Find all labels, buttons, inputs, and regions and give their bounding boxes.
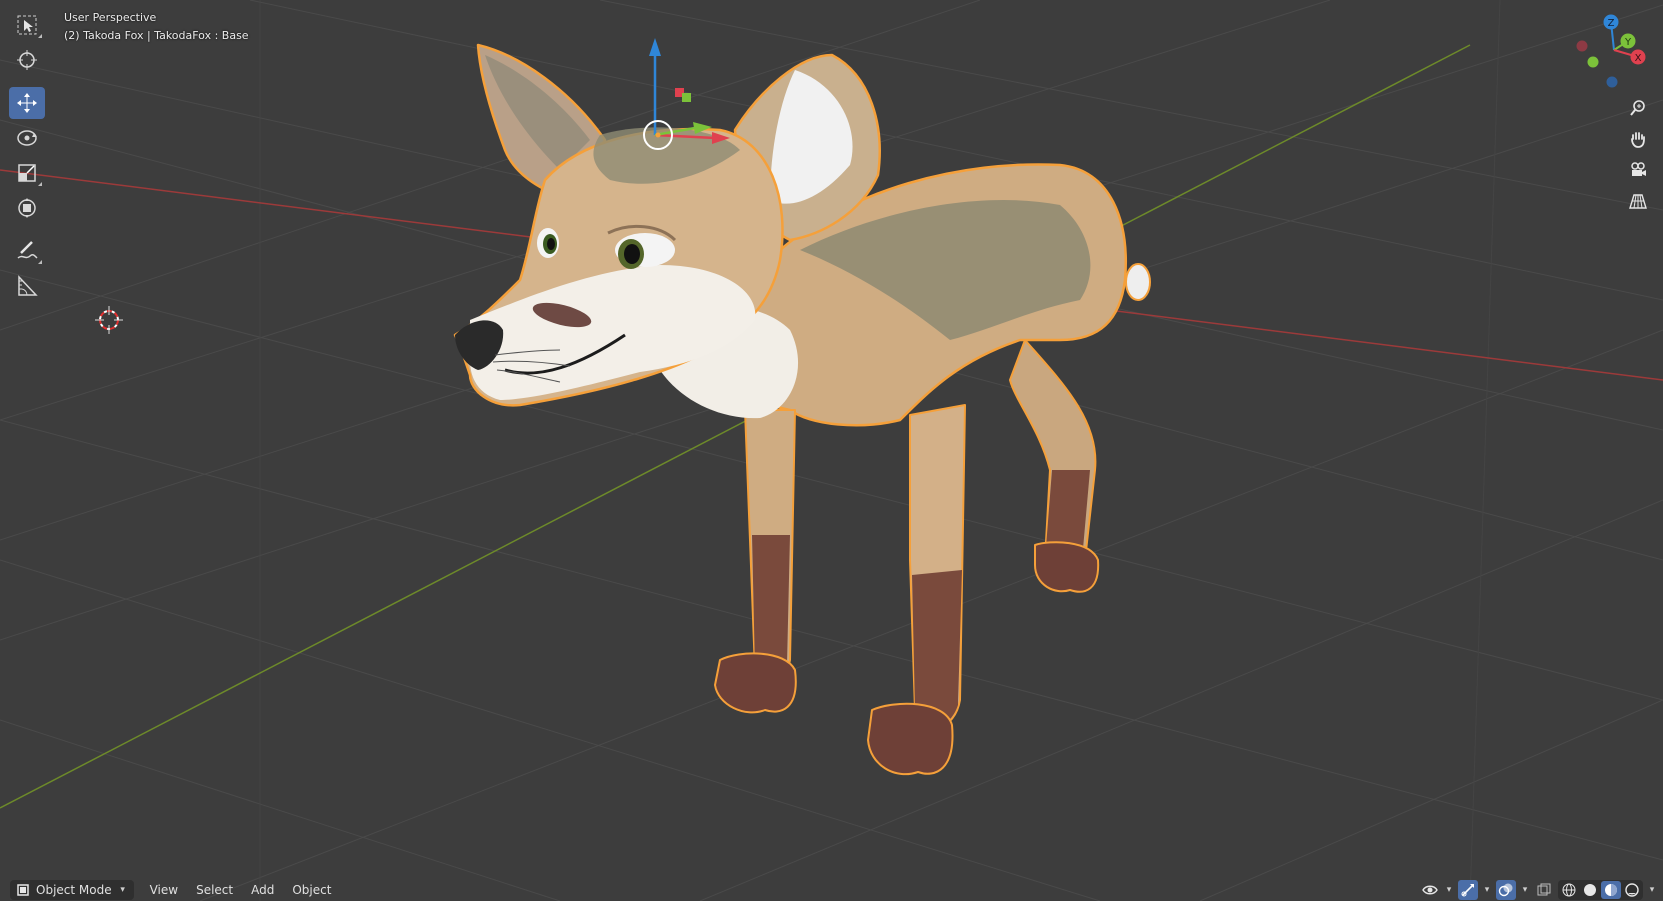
- transform-icon: [18, 198, 36, 218]
- zoom-button[interactable]: [1623, 94, 1653, 122]
- menu-view[interactable]: View: [148, 883, 180, 897]
- solid-shading-button[interactable]: [1580, 881, 1600, 899]
- wireframe-sphere-icon: [1562, 883, 1576, 897]
- cursor-tool[interactable]: [9, 44, 45, 76]
- tool-shelf: [9, 9, 47, 305]
- chevron-down-icon[interactable]: ▾: [1444, 885, 1454, 895]
- viewport-header: Object Mode ▾ View Select Add Object ▾ ▾: [0, 879, 1663, 901]
- material-sphere-icon: [1605, 884, 1617, 896]
- fox-model: [453, 43, 1151, 776]
- menu-object[interactable]: Object: [290, 883, 333, 897]
- rendered-sphere-icon: [1625, 883, 1639, 897]
- shading-modes: [1558, 880, 1643, 900]
- gizmo-icon: [1461, 884, 1474, 897]
- move-icon: [17, 93, 37, 113]
- menu-add[interactable]: Add: [249, 883, 276, 897]
- cursor-icon: [17, 50, 37, 70]
- overlays-icon: [1498, 883, 1513, 897]
- annotate-icon: [17, 241, 38, 259]
- move-tool[interactable]: [9, 87, 45, 119]
- mode-dropdown[interactable]: Object Mode ▾: [10, 880, 134, 900]
- scale-icon: [18, 164, 36, 182]
- rotate-tool[interactable]: [9, 122, 45, 154]
- chevron-down-icon[interactable]: ▾: [1520, 885, 1530, 895]
- pan-hand-icon: [1631, 132, 1645, 148]
- axis-orientation-icon: Z Y X: [1576, 14, 1646, 88]
- gizmo-toggle[interactable]: [1458, 880, 1478, 900]
- chevron-down-icon[interactable]: ▾: [1647, 885, 1657, 895]
- wireframe-shading-button[interactable]: [1559, 881, 1579, 899]
- solid-sphere-icon: [1584, 884, 1596, 896]
- camera-view-icon: [1631, 162, 1646, 176]
- visibility-toggle[interactable]: [1420, 880, 1440, 900]
- pan-button[interactable]: [1623, 125, 1653, 153]
- chevron-down-icon[interactable]: ▾: [1482, 885, 1492, 895]
- transform-tool[interactable]: [9, 192, 45, 224]
- object-info: (2) Takoda Fox | TakodaFox : Base: [64, 29, 249, 42]
- camera-view-button[interactable]: [1623, 156, 1653, 184]
- annotate-tool[interactable]: [9, 235, 45, 267]
- measure-tool[interactable]: [9, 270, 45, 302]
- overlays-toggle[interactable]: [1496, 880, 1516, 900]
- material-preview-button[interactable]: [1601, 881, 1621, 899]
- select-box-tool[interactable]: [9, 9, 45, 41]
- scale-tool[interactable]: [9, 157, 45, 189]
- gizmo-z-arrow: [649, 38, 661, 56]
- fox-tail: [1125, 263, 1151, 301]
- xray-toggle[interactable]: [1534, 880, 1554, 900]
- menu-select[interactable]: Select: [194, 883, 235, 897]
- fox-paw-front-right: [867, 702, 954, 776]
- navigation-gizmo[interactable]: Z Y X: [1568, 10, 1660, 100]
- navigation-buttons: [1623, 94, 1657, 218]
- rotate-icon: [17, 130, 37, 146]
- chevron-down-icon: ▾: [120, 885, 125, 895]
- measure-icon: [18, 275, 38, 296]
- fox-paw-front-left: [714, 652, 797, 714]
- select-box-icon: [17, 15, 37, 35]
- perspective-toggle-button[interactable]: [1623, 187, 1653, 215]
- viewport-canvas: [0, 0, 1663, 901]
- viewport-header-right: ▾ ▾ ▾ ▾: [1420, 880, 1657, 900]
- gizmo-x-label: X: [1635, 53, 1642, 64]
- rendered-shading-button[interactable]: [1622, 881, 1642, 899]
- fox-paw-back: [1034, 541, 1100, 593]
- xray-icon: [1537, 883, 1551, 896]
- 3d-cursor-icon: [95, 306, 123, 334]
- object-mode-icon: [17, 884, 29, 896]
- gizmo-y-label: Y: [1624, 37, 1632, 48]
- mode-label: Object Mode: [36, 883, 112, 897]
- view-name: User Perspective: [64, 11, 157, 24]
- 3d-viewport[interactable]: User Perspective (2) Takoda Fox | Takoda…: [0, 0, 1663, 901]
- gizmo-z-label: Z: [1608, 18, 1615, 29]
- eye-icon: [1422, 885, 1438, 895]
- perspective-grid-icon: [1629, 194, 1647, 209]
- zoom-icon: [1630, 100, 1645, 116]
